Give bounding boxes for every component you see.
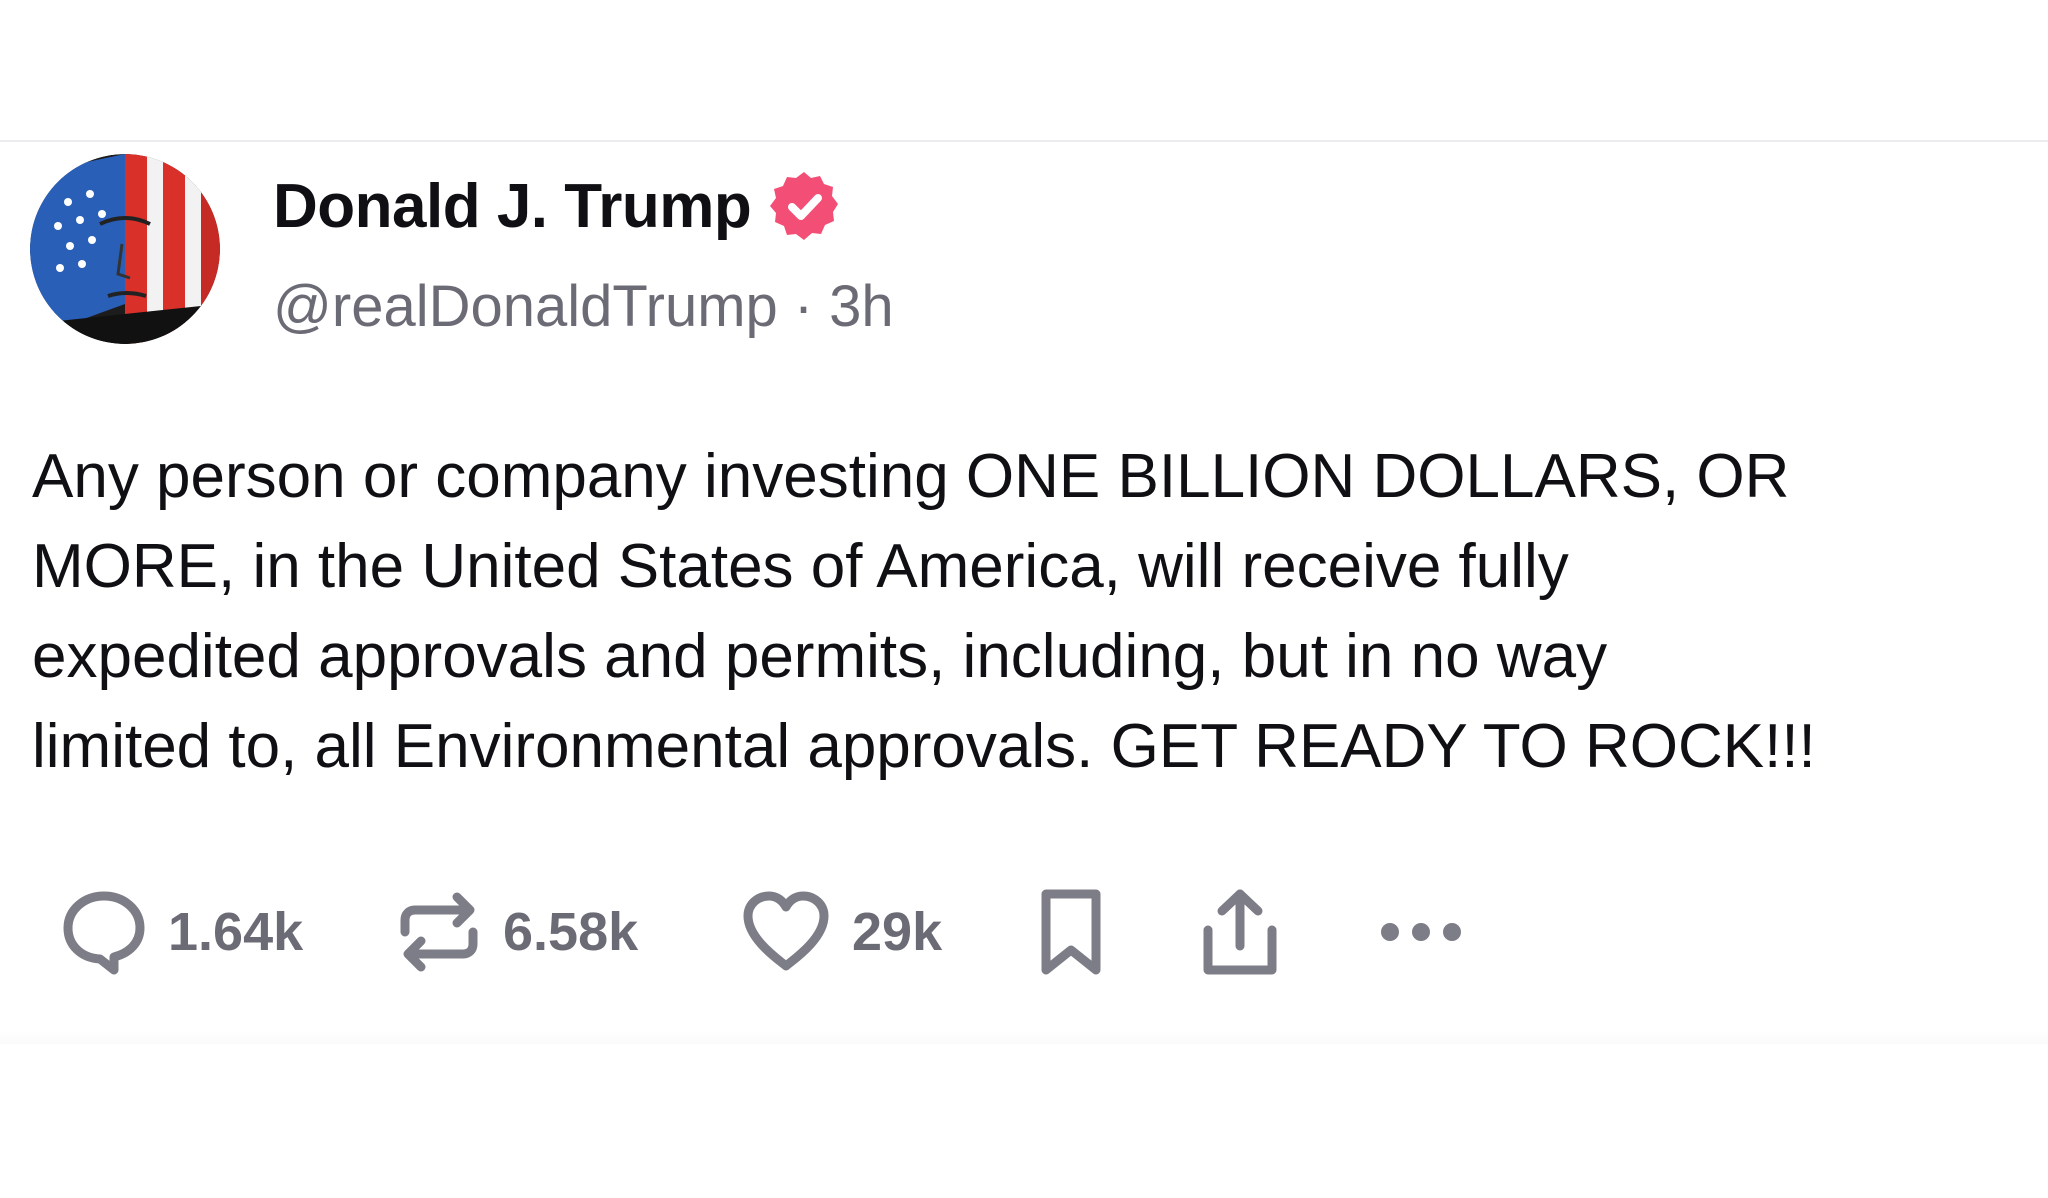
bottom-divider <box>0 1030 2048 1044</box>
author-handle[interactable]: @realDonaldTrump <box>273 273 778 340</box>
post-text-line: Any person or company investing ONE BILL… <box>32 442 1790 511</box>
repost-icon <box>400 892 478 972</box>
author-avatar[interactable] <box>30 154 220 344</box>
post-body: Any person or company investing ONE BILL… <box>32 432 2022 792</box>
repost-button[interactable]: 6.58k <box>395 862 638 1002</box>
share-button[interactable] <box>1196 862 1284 1002</box>
meta-separator: · <box>793 273 814 339</box>
repost-count: 6.58k <box>503 902 639 962</box>
top-divider <box>0 140 2048 142</box>
verified-badge-icon <box>767 169 841 243</box>
reply-count: 1.64k <box>168 902 304 962</box>
avatar-image <box>30 154 220 344</box>
author-display-name[interactable]: Donald J. Trump <box>273 171 752 242</box>
share-icon <box>1203 889 1277 975</box>
post-text-line: limited to, all Environmental approvals.… <box>32 712 1816 781</box>
more-dots-icon <box>1381 923 1461 941</box>
post-text-line: expedited approvals and permits, includi… <box>32 622 1608 691</box>
page: Donald J. Trump @realDonaldTrump · 3h An… <box>0 0 2048 1198</box>
action-bar: 1.64k 6.58k 29k <box>0 862 2048 1002</box>
heart-icon <box>743 891 829 971</box>
more-options-button[interactable] <box>1378 862 1464 1002</box>
comment-icon <box>63 891 145 975</box>
like-button[interactable]: 29k <box>740 862 942 1002</box>
author-name-row: Donald J. Trump <box>273 166 841 246</box>
post-text-line: MORE, in the United States of America, w… <box>32 532 1569 601</box>
post-timestamp[interactable]: 3h <box>829 273 894 340</box>
bookmark-button[interactable] <box>1036 862 1106 1002</box>
reply-button[interactable]: 1.64k <box>60 862 303 1002</box>
like-count: 29k <box>852 902 943 962</box>
bookmark-icon <box>1041 889 1101 975</box>
author-meta-row: @realDonaldTrump · 3h <box>273 268 894 344</box>
